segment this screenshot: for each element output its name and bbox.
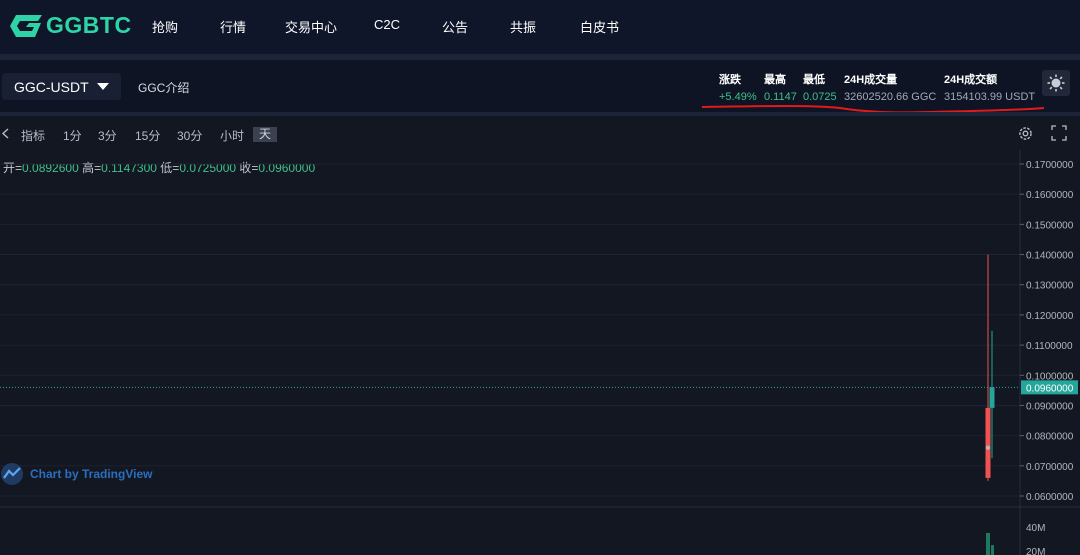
volume-bar <box>986 533 990 555</box>
theme-toggle-button[interactable] <box>1042 70 1070 96</box>
high-label: 最高 <box>764 74 786 86</box>
interval-15m[interactable]: 15分 <box>135 127 160 144</box>
coin-intro-link[interactable]: GGC介绍 <box>138 79 189 96</box>
price-tick-label: 0.0800000 <box>1026 432 1074 443</box>
price-tick-label: 0.0700000 <box>1026 462 1074 473</box>
low-label: 最低 <box>803 74 825 86</box>
chevron-left-icon[interactable] <box>1 128 9 139</box>
nav-item-resonance[interactable]: 共振 <box>510 17 536 36</box>
nav-item-announcements[interactable]: 公告 <box>442 17 468 36</box>
amount-24h-value: 3154103.99 USDT <box>944 91 1036 103</box>
pair-selector[interactable]: GGC-USDT <box>2 73 121 100</box>
price-tick-label: 0.1700000 <box>1026 160 1074 171</box>
interval-1d[interactable]: 天 <box>253 127 278 142</box>
indicators-button[interactable]: 指标 <box>21 127 45 144</box>
interval-1m[interactable]: 1分 <box>63 127 82 144</box>
price-tick-label: 0.1600000 <box>1026 190 1074 201</box>
volume-24h-value: 32602520.66 GGC <box>844 91 937 103</box>
nav-item-qianggou[interactable]: 抢购 <box>152 17 178 36</box>
tradingview-logo-icon <box>1 463 23 485</box>
nav-item-whitepaper[interactable]: 白皮书 <box>580 17 619 36</box>
chart-container: 指标 1分 3分 15分 30分 小时 天 开=0.0892600 高=0.11… <box>0 116 1080 555</box>
price-tick-label: 0.0900000 <box>1026 401 1074 412</box>
volume-tick-label: 40M <box>1026 523 1045 534</box>
candle-mark <box>985 445 991 450</box>
tradingview-brand[interactable]: Chart by TradingView <box>0 462 152 486</box>
interval-1h[interactable]: 小时 <box>220 127 244 144</box>
chart-toolbar: 指标 1分 3分 15分 30分 小时 天 <box>0 116 1080 150</box>
logo-text: GGBTC <box>46 12 132 38</box>
amount-24h-label: 24H成交额 <box>944 74 998 86</box>
volume-tick-label: 20M <box>1026 547 1045 555</box>
pair-label: GGC-USDT <box>14 78 89 95</box>
market-bar: GGC-USDT GGC介绍 涨跌 +5.49% 最高 0.1147 最低 0.… <box>0 60 1080 114</box>
fullscreen-icon[interactable] <box>1051 125 1067 141</box>
price-tick-label: 0.1200000 <box>1026 311 1074 322</box>
nav-item-market[interactable]: 行情 <box>220 17 246 36</box>
sun-icon <box>1047 74 1065 92</box>
price-tick-label: 0.1300000 <box>1026 281 1074 292</box>
last-price-label: 0.0960000 <box>1026 383 1074 394</box>
price-tick-label: 0.1500000 <box>1026 220 1074 231</box>
settings-icon[interactable] <box>1017 125 1034 142</box>
change-label: 涨跌 <box>719 74 741 86</box>
caret-down-icon <box>96 83 109 90</box>
high-value: 0.1147 <box>764 91 797 103</box>
tradingview-label: Chart by TradingView <box>30 467 153 481</box>
nav-item-c2c[interactable]: C2C <box>374 17 400 32</box>
nav-item-trading-center[interactable]: 交易中心 <box>285 17 337 36</box>
price-tick-label: 0.1100000 <box>1026 341 1073 352</box>
interval-30m[interactable]: 30分 <box>177 127 202 144</box>
candle-body-up <box>989 387 995 408</box>
low-value: 0.0725 <box>803 91 837 103</box>
volume-bar <box>991 545 994 555</box>
change-value: +5.49% <box>719 91 757 103</box>
top-nav: GGBTC 抢购 行情 交易中心 C2C 公告 共振 白皮书 <box>0 0 1080 54</box>
price-tick-label: 0.0600000 <box>1026 492 1074 503</box>
volume-24h-label: 24H成交量 <box>844 74 898 86</box>
price-chart[interactable]: 0.1700000 0.1600000 0.1500000 0.1400000 0.13… <box>0 150 1080 555</box>
candle-body-down <box>985 407 991 478</box>
logo[interactable]: GGBTC <box>8 12 132 39</box>
logo-mark-icon <box>10 14 42 37</box>
price-tick-label: 0.1400000 <box>1026 251 1074 262</box>
interval-3m[interactable]: 3分 <box>98 127 117 144</box>
